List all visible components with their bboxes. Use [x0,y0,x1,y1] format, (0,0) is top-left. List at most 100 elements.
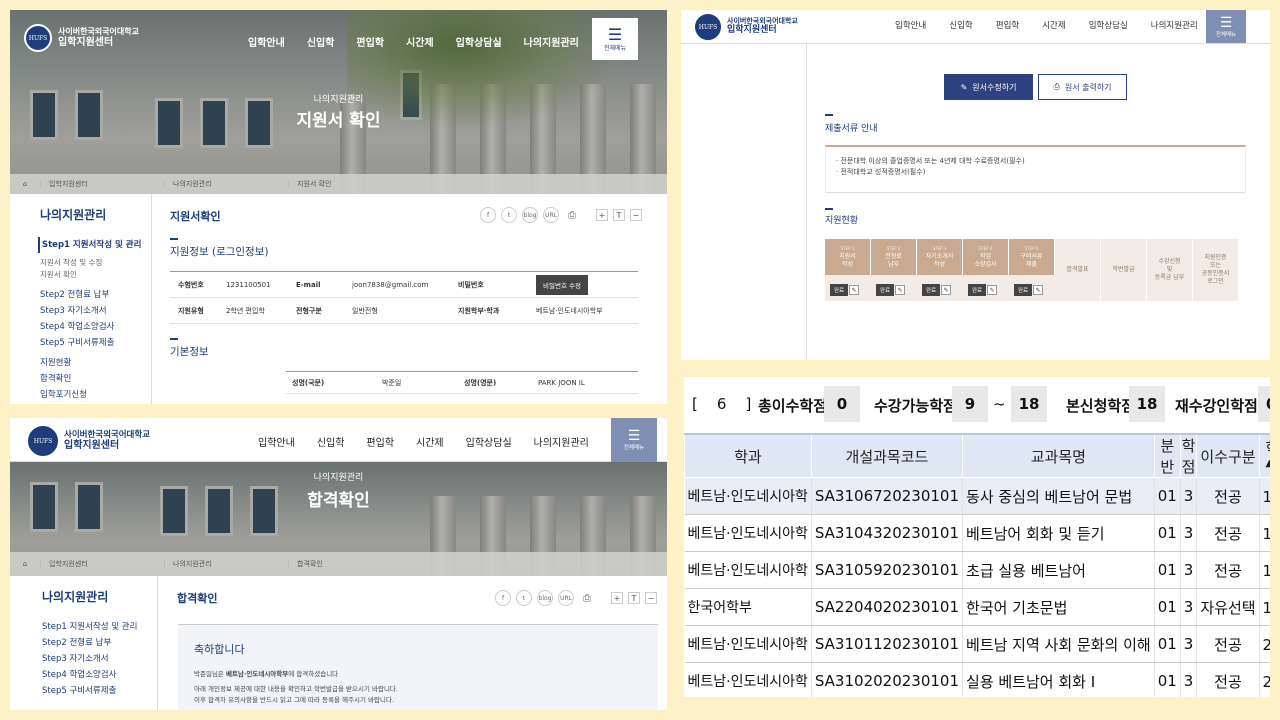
blog-icon[interactable]: blog [537,590,553,606]
url-icon[interactable]: URL [558,590,574,606]
menu-freshman[interactable]: 신입학 [317,434,345,449]
side-status[interactable]: 지원현황 [40,355,151,371]
url-icon[interactable]: URL [543,207,559,223]
logo[interactable]: HUFS 사이버한국외국어대학교 입학지원센터 [24,24,139,52]
menu-freshman[interactable]: 신입학 [307,34,335,49]
col-dept[interactable]: 학과 [684,433,812,478]
col-type[interactable]: 이수구분 [1196,433,1260,478]
side-step5[interactable]: Step5 구비서류제출 [42,683,157,699]
facebook-icon[interactable]: f [480,207,496,223]
facebook-icon[interactable]: f [495,590,511,606]
menu-transfer[interactable]: 편입학 [366,434,394,449]
step1-done[interactable]: 완료 ✎ [830,284,860,296]
table-row[interactable]: 베트남·인도네시아학 SA3101120230101 베트남 지역 사회 문화의 이… [684,625,1270,663]
page-title: 지원서 확인 [296,111,381,131]
menu-counseling[interactable]: 입학상담실 [1089,19,1128,31]
step5-done[interactable]: 완료 ✎ [1014,284,1044,296]
change-password-button[interactable]: 비밀번호 수정 [536,274,588,295]
cell-credits: 3 [1180,588,1198,626]
step-pass-announce: 합격발표 [1055,239,1101,301]
all-menu-button[interactable]: ☰ 전체메뉴 [592,18,638,60]
menu-counseling[interactable]: 입학상담실 [456,34,502,49]
menu-my-application[interactable]: 나의지원관리 [534,434,589,449]
sort-up-icon[interactable]: ▲ [1266,458,1270,469]
printer-icon: ⎙ [1053,82,1060,91]
menu-my-application[interactable]: 나의지원관리 [1151,19,1198,31]
step3-done[interactable]: 완료 ✎ [922,284,952,296]
menu-freshman[interactable]: 신입학 [949,19,972,31]
exam-number: 1231100501 [226,280,271,289]
table-row[interactable]: 한국어학부SA2204020230101한국어 기초문법013자유선택1학년 [684,588,1270,626]
section-login-info: 지원정보 (로그인정보) [170,246,269,258]
cell-credits: 3 [1180,551,1198,589]
blog-icon[interactable]: blog [522,207,538,223]
zoom-in-icon[interactable]: + [611,592,623,604]
side-pass-check[interactable]: 합격확인 [40,371,151,387]
twitter-icon[interactable]: t [516,590,532,606]
all-menu-button[interactable]: ☰ 전체메뉴 [611,418,657,462]
side-step2[interactable]: Step2 전형료 납부 [42,635,157,651]
table-row[interactable]: 베트남·인도네시아학 SA3102020230101 실용 베트남어 회화 I 01 3… [684,662,1270,697]
side-step4[interactable]: Step4 학업소양검사 [42,667,157,683]
side-step1-write[interactable]: 지원서 작성 및 수정 [40,257,151,269]
side-step2[interactable]: Step2 전형료 납부 [40,287,151,303]
menu-admission-info[interactable]: 입학안내 [258,434,295,449]
font-size-icon[interactable]: T [613,209,625,221]
cell-section: 01 [1154,514,1181,552]
col-course-name[interactable]: 교과목명 [962,433,1155,478]
cell-dept: 베트남·인도네시아학 [684,514,812,552]
cell-credits: 3 [1180,477,1198,515]
print-icon[interactable]: ⎙ [579,590,595,606]
side-step4[interactable]: Step4 학업소양검사 [40,319,151,335]
side-step3[interactable]: Step3 자기소개서 [40,303,151,319]
col-section[interactable]: 분반 [1153,433,1181,478]
side-step3[interactable]: Step3 자기소개서 [42,651,157,667]
logo[interactable]: HUFS 사이버한국외국어대학교 입학지원센터 [695,14,798,40]
print-application-button[interactable]: ⎙ 원서 출력하기 [1038,74,1127,100]
zoom-out-icon[interactable]: − [645,592,657,604]
col-credits[interactable]: 학점 [1179,433,1198,478]
application-status-screen: HUFS 사이버한국외국어대학교 입학지원센터 입학안내 신입학 편입학 시간제… [681,10,1270,360]
zoom-in-icon[interactable]: + [596,209,608,221]
menu-part-time[interactable]: 시간제 [1042,19,1065,31]
menu-my-application[interactable]: 나의지원관리 [524,34,579,49]
side-step5[interactable]: Step5 구비서류제출 [40,335,151,351]
col-course-code[interactable]: 개설과목코드 [810,433,964,478]
top-nav: HUFS 사이버한국외국어대학교 입학지원센터 입학안내 신입학 편입학 시간제… [10,10,667,68]
course-registration-screen: [ 6 ] 총이수학점 0 수강가능학점 9 ~ 18 본신청학점 18 재수강… [684,377,1270,697]
menu-transfer[interactable]: 편입학 [356,34,384,49]
step4-done[interactable]: 완료 ✎ [968,284,998,296]
name-english: PARK JOON IL [538,378,585,387]
email-value: joon7838@gmail.com [352,280,429,289]
menu-counseling[interactable]: 입학상담실 [466,434,512,449]
hamburger-icon: ☰ [627,428,641,444]
print-icon[interactable]: ⎙ [564,207,580,223]
table-row[interactable]: 베트남·인도네시아학 SA3104320230101 베트남어 회화 및 듣기 01 3… [684,514,1270,552]
table-row[interactable]: 베트남·인도네시아학 SA3105920230101 초급 실용 베트남어 01 3 전공… [684,551,1270,589]
home-icon[interactable]: ⌂ [10,560,40,568]
zoom-out-icon[interactable]: − [630,209,642,221]
logo[interactable]: HUFS 사이버한국외국어대학교 입학지원센터 [28,426,150,456]
edit-application-button[interactable]: ✎ 원서수정하기 [944,74,1033,100]
cell-code: SA3102020230101 [811,662,964,697]
font-size-icon[interactable]: T [628,592,640,604]
logo-line1: 사이버한국외국어대학교 [58,27,139,37]
menu-part-time[interactable]: 시간제 [416,434,444,449]
cell-grade: 1학년 [1259,588,1270,626]
side-step1[interactable]: Step1 지원서작성 및 관리 [42,619,157,635]
menu-admission-info[interactable]: 입학안내 [895,19,926,31]
twitter-icon[interactable]: t [501,207,517,223]
col-grade[interactable]: 학년 ▲ [1258,433,1270,478]
side-withdraw[interactable]: 입학포기신청 [40,387,151,403]
menu-transfer[interactable]: 편입학 [996,19,1019,31]
side-step1-check[interactable]: 지원서 확인 [40,269,151,281]
cell-code: SA2204020230101 [811,588,964,626]
home-icon[interactable]: ⌂ [10,180,40,188]
menu-admission-info[interactable]: 입학안내 [248,34,285,49]
step2-done[interactable]: 완료 ✎ [876,284,906,296]
all-menu-button[interactable]: ☰ 전체메뉴 [1206,10,1246,43]
menu-part-time[interactable]: 시간제 [406,34,434,49]
table-row[interactable]: 베트남·인도네시아학 SA3106720230101 동사 중심의 베트남어 문법 0… [684,477,1270,515]
side-step1[interactable]: Step1 지원서작성 및 관리 [38,237,151,253]
cell-code: SA3105920230101 [811,551,964,589]
